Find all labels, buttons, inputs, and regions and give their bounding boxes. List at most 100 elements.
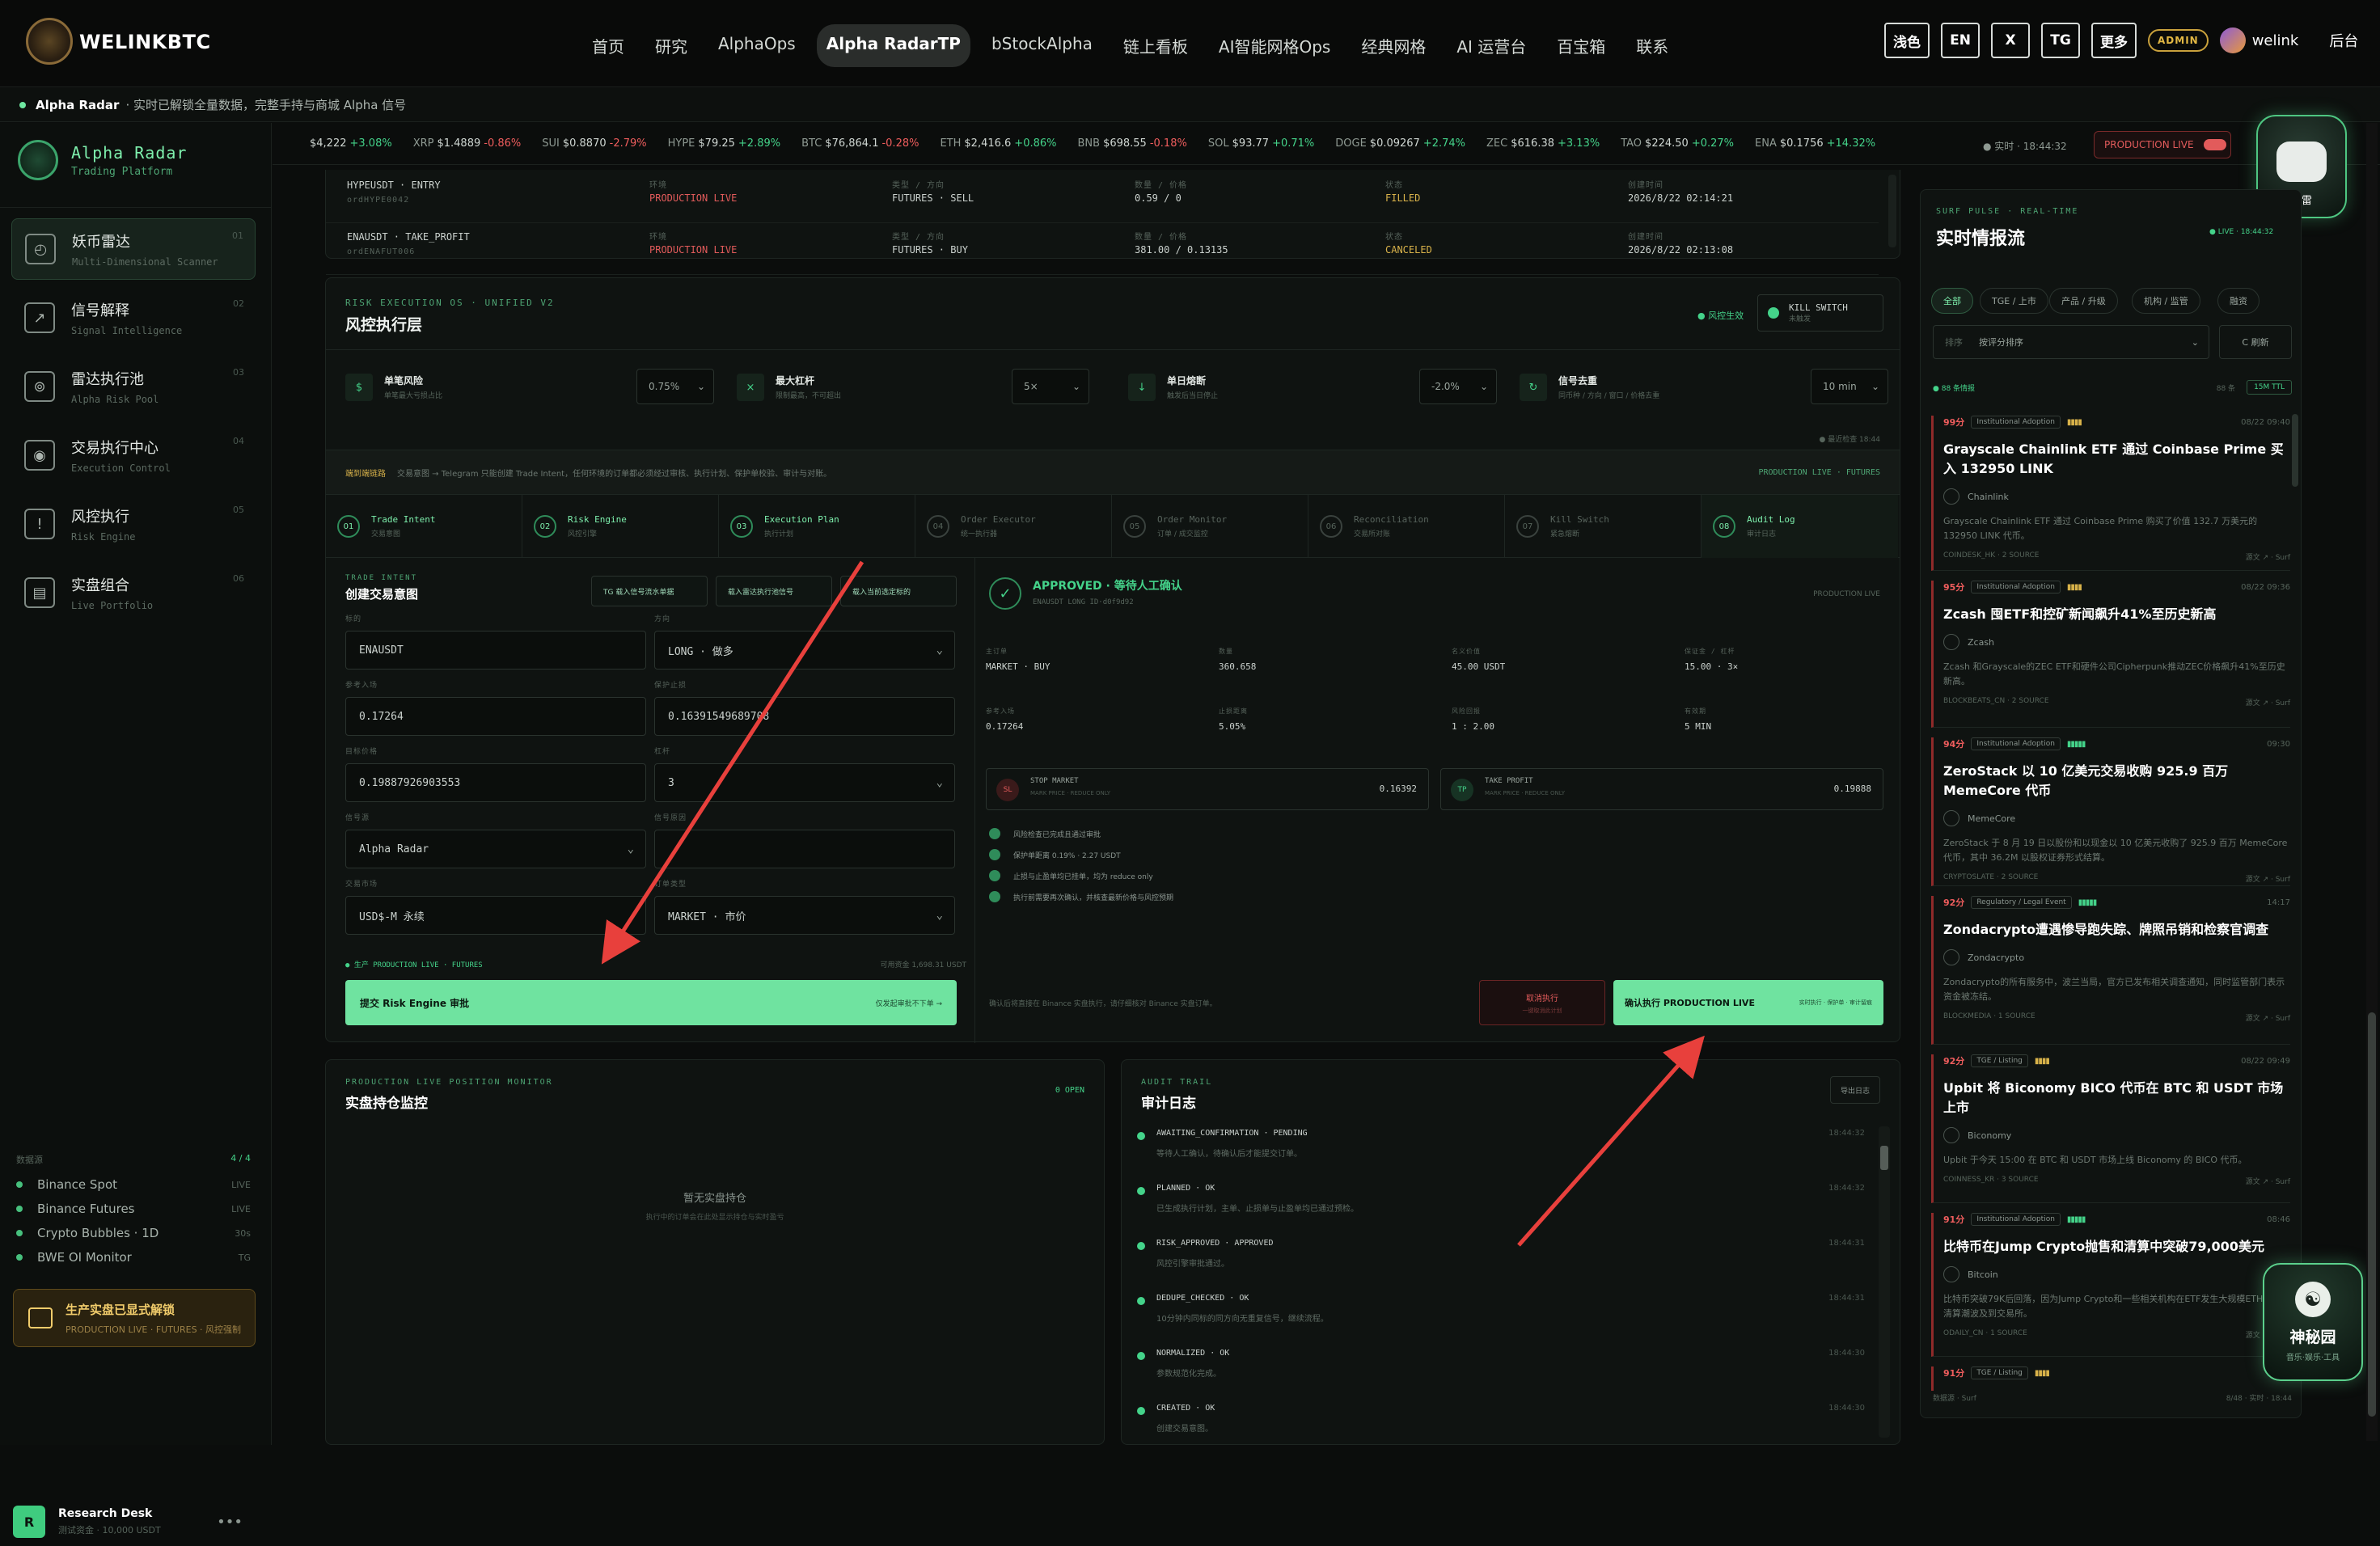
- feed-more-link[interactable]: 源文 ↗ · Surf: [2246, 873, 2290, 884]
- sidebar-item[interactable]: ◉ 交易执行中心 Execution Control 04: [11, 425, 256, 486]
- direction-field[interactable]: LONG · 做多 ⌄: [654, 631, 955, 670]
- orders-scrollbar[interactable]: [1888, 175, 1896, 247]
- nav-item[interactable]: 联系: [1626, 24, 1678, 67]
- feed-filter-pill[interactable]: 产品 / 升级: [2049, 288, 2118, 314]
- stop-field[interactable]: 0.16391549689708: [654, 697, 955, 736]
- pipeline-step[interactable]: 06 Reconciliation 交易所对账: [1308, 495, 1505, 558]
- nav-item[interactable]: bStockAlpha: [982, 24, 1102, 67]
- feed-more-link[interactable]: 源文 ↗ · Surf: [2246, 551, 2290, 562]
- sidebar-item[interactable]: ▤ 实盘组合 Live Portfolio 06: [11, 562, 256, 623]
- ticker-item[interactable]: ENA $0.1756 +14.32%: [1755, 137, 1875, 150]
- x-link-button[interactable]: X: [1991, 23, 2030, 58]
- sidebar-item[interactable]: ◴ 妖币雷达 Multi-Dimensional Scanner 01: [11, 218, 256, 280]
- feed-more-link[interactable]: 源文 ↗ · Surf: [2246, 697, 2290, 708]
- pipeline-step[interactable]: 03 Execution Plan 执行计划: [719, 495, 915, 558]
- export-log-button[interactable]: 导出日志: [1829, 1076, 1880, 1104]
- ticker-item[interactable]: XRP $1.4889 -0.86%: [413, 137, 522, 150]
- backend-link[interactable]: 后台: [2329, 30, 2358, 51]
- ticker-item[interactable]: BNB $698.55 -0.18%: [1078, 137, 1187, 150]
- pipeline-step[interactable]: 05 Order Monitor 订单 / 成交监控: [1112, 495, 1308, 558]
- cancel-execution-button[interactable]: 取消执行 一键取消此计划: [1479, 980, 1605, 1025]
- market-field[interactable]: USD$-M 永续: [345, 896, 646, 935]
- ticker-item[interactable]: $4,222 +3.08%: [306, 137, 392, 150]
- brand-name[interactable]: WELINKBTC: [79, 31, 211, 53]
- feed-more-link[interactable]: 源文 ↗ · Surf: [2246, 1012, 2290, 1023]
- pipeline-step[interactable]: 02 Risk Engine 风控引擎: [522, 495, 719, 558]
- page-scrollbar[interactable]: [2366, 123, 2378, 1441]
- feed-card[interactable]: 92分 TGE / Listing ▮▮▮▮ 08/22 09:49 Upbit 将 B…: [1931, 1054, 2290, 1203]
- ticker-item[interactable]: ETH $2,416.6 +0.86%: [940, 137, 1056, 150]
- feed-card[interactable]: 92分 Regulatory / Legal Event ▮▮▮▮▮ 14:17 Zon…: [1931, 896, 2290, 1045]
- nav-item[interactable]: 链上看板: [1114, 24, 1198, 67]
- source-field[interactable]: Alpha Radar ⌄: [345, 830, 646, 868]
- kill-switch-button[interactable]: KILL SWITCH 未触发: [1757, 294, 1883, 332]
- pipeline-step[interactable]: 08 Audit Log 审计日志: [1702, 495, 1898, 558]
- feed-refresh-button[interactable]: C 刷新: [2219, 325, 2292, 359]
- sidebar-item[interactable]: ⊚ 雷达执行池 Alpha Risk Pool 03: [11, 356, 256, 417]
- intent-balance: 可用资金 1,698.31 USDT: [880, 961, 966, 969]
- language-button[interactable]: EN: [1941, 23, 1980, 58]
- entry-field[interactable]: 0.17264: [345, 697, 646, 736]
- ticker-item[interactable]: HYPE $79.25 +2.89%: [668, 137, 780, 150]
- feed-scrollbar[interactable]: [2292, 414, 2298, 487]
- ticker-item[interactable]: ZEC $616.38 +3.13%: [1486, 137, 1600, 150]
- feed-card[interactable]: 91分 Institutional Adoption ▮▮▮▮▮ 08:46 比特币在J…: [1931, 1213, 2290, 1357]
- leverage-field[interactable]: 3 ⌄: [654, 763, 955, 802]
- feed-card[interactable]: 94分 Institutional Adoption ▮▮▮▮▮ 09:30 ZeroS…: [1931, 737, 2290, 886]
- nav-item[interactable]: Alpha RadarTP: [816, 24, 970, 67]
- sidebar-item[interactable]: ! 风控执行 Risk Engine 05: [11, 493, 256, 555]
- pipeline-step[interactable]: 04 Order Executor 统一执行器: [915, 495, 1112, 558]
- user-menu[interactable]: welink: [2219, 27, 2298, 53]
- intent-load-chip[interactable]: 载入当前选定标的: [840, 576, 957, 606]
- brand-logo-icon[interactable]: [26, 18, 73, 65]
- risk-param-select[interactable]: 0.75% ⌄: [636, 369, 714, 404]
- risk-param-select[interactable]: 5× ⌄: [1012, 369, 1089, 404]
- feed-more-link[interactable]: 源文 ↗ · Surf: [2246, 1176, 2290, 1186]
- submit-risk-engine-button[interactable]: 提交 Risk Engine 审批 仅发起审批不下单 →: [345, 980, 957, 1025]
- research-desk-card[interactable]: R Research Desk 测试资金 · 10,000 USDT •••: [13, 1497, 256, 1546]
- audit-scrollbar[interactable]: [1879, 1126, 1890, 1438]
- secret-garden-widget[interactable]: ☯ 神秘园 音乐·娱乐·工具: [2263, 1263, 2363, 1381]
- sidebar-item[interactable]: ↗ 信号解释 Signal Intelligence 02: [11, 287, 256, 348]
- ticker-item[interactable]: SOL $93.77 +0.71%: [1208, 137, 1314, 150]
- nav-item[interactable]: AI智能网格Ops: [1209, 24, 1340, 67]
- nav-item[interactable]: 经典网格: [1351, 24, 1435, 67]
- intent-load-chip[interactable]: 载入雷达执行池信号: [716, 576, 832, 606]
- ticker-item[interactable]: DOGE $0.09267 +2.74%: [1335, 137, 1465, 150]
- reason-field[interactable]: [654, 830, 955, 868]
- feed-sort-select[interactable]: 排序 按评分排序 ⌄: [1933, 325, 2209, 359]
- ticker-item[interactable]: BTC $76,864.1 -0.28%: [801, 137, 919, 150]
- production-live-toggle[interactable]: PRODUCTION LIVE: [2094, 131, 2231, 158]
- ticker-item[interactable]: TAO $224.50 +0.27%: [1621, 137, 1734, 150]
- feed-filter-pill[interactable]: 机构 / 监管: [2132, 288, 2200, 314]
- more-button[interactable]: 更多: [2091, 23, 2137, 58]
- sidebar-brand[interactable]: Alpha Radar Trading Platform: [18, 131, 187, 189]
- feed-card[interactable]: 95分 Institutional Adoption ▮▮▮▮ 08/22 09:36…: [1931, 581, 2290, 728]
- theme-toggle-button[interactable]: 浅色: [1884, 23, 1930, 58]
- risk-param-select[interactable]: -2.0% ⌄: [1419, 369, 1497, 404]
- feed-filter-pill[interactable]: 融资: [2217, 288, 2260, 314]
- nav-item[interactable]: 首页: [582, 24, 634, 67]
- order-row[interactable]: HYPEUSDT · ENTRY ordHYPE0042 环境 PRODUCTION …: [326, 175, 1879, 223]
- nav-item[interactable]: 研究: [645, 24, 697, 67]
- feed-card[interactable]: 91分 TGE / Listing ▮▮▮▮: [1931, 1366, 2290, 1391]
- research-more-button[interactable]: •••: [217, 1514, 243, 1531]
- nav-item[interactable]: AI 运营台: [1447, 24, 1536, 67]
- feed-filter-pill[interactable]: TGE / 上市: [1980, 288, 2048, 314]
- target-field[interactable]: 0.19887926903553: [345, 763, 646, 802]
- risk-param-select[interactable]: 10 min ⌄: [1811, 369, 1888, 404]
- ticker-item[interactable]: SUI $0.8870 -2.79%: [542, 137, 646, 150]
- nav-item[interactable]: 百宝箱: [1547, 24, 1615, 67]
- telegram-link-button[interactable]: TG: [2041, 23, 2080, 58]
- pipeline-step[interactable]: 01 Trade Intent 交易意图: [326, 495, 522, 558]
- confirm-production-live-button[interactable]: 确认执行 PRODUCTION LIVE 实时执行 · 保护单 · 审计留痕: [1613, 980, 1883, 1025]
- pipeline-step[interactable]: 07 Kill Switch 紧急熔断: [1505, 495, 1702, 558]
- intent-load-chip[interactable]: TG 载入信号流水单据: [591, 576, 708, 606]
- feed-filter-pill[interactable]: 全部: [1931, 288, 1973, 314]
- unlock-status-card[interactable]: 生产实盘已显式解锁 PRODUCTION LIVE · FUTURES · 风控…: [13, 1289, 256, 1347]
- symbol-field[interactable]: ENAUSDT: [345, 631, 646, 670]
- nav-item[interactable]: AlphaOps: [708, 24, 805, 67]
- feed-card[interactable]: 99分 Institutional Adoption ▮▮▮▮ 08/22 09:40…: [1931, 416, 2290, 571]
- order-row[interactable]: ENAUSDT · TAKE_PROFIT ordENAFUT006 环境 PRODU…: [326, 226, 1879, 275]
- order-field[interactable]: MARKET · 市价 ⌄: [654, 896, 955, 935]
